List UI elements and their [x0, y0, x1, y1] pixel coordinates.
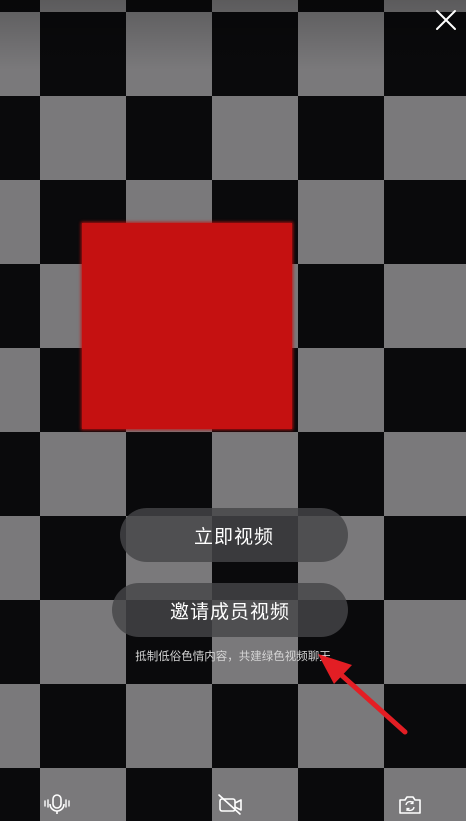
switch-camera-button[interactable] [393, 790, 427, 818]
start-video-label: 立即视频 [193, 525, 274, 548]
microphone-button[interactable] [40, 790, 74, 818]
top-shade [0, 0, 466, 70]
red-square-block [82, 223, 292, 429]
switch-camera-icon [399, 796, 421, 814]
microphone-icon [44, 794, 70, 814]
camera-off-icon [218, 794, 242, 815]
invite-members-button[interactable]: 邀请成员视频 [112, 583, 348, 637]
invite-members-label: 邀请成员视频 [169, 600, 290, 623]
close-icon [436, 10, 456, 30]
start-video-button[interactable]: 立即视频 [120, 508, 348, 562]
close-button[interactable] [432, 6, 460, 34]
content-notice: 抵制低俗色情内容，共建绿色视频聊天 [135, 649, 331, 663]
camera-toggle-button[interactable] [213, 790, 247, 818]
